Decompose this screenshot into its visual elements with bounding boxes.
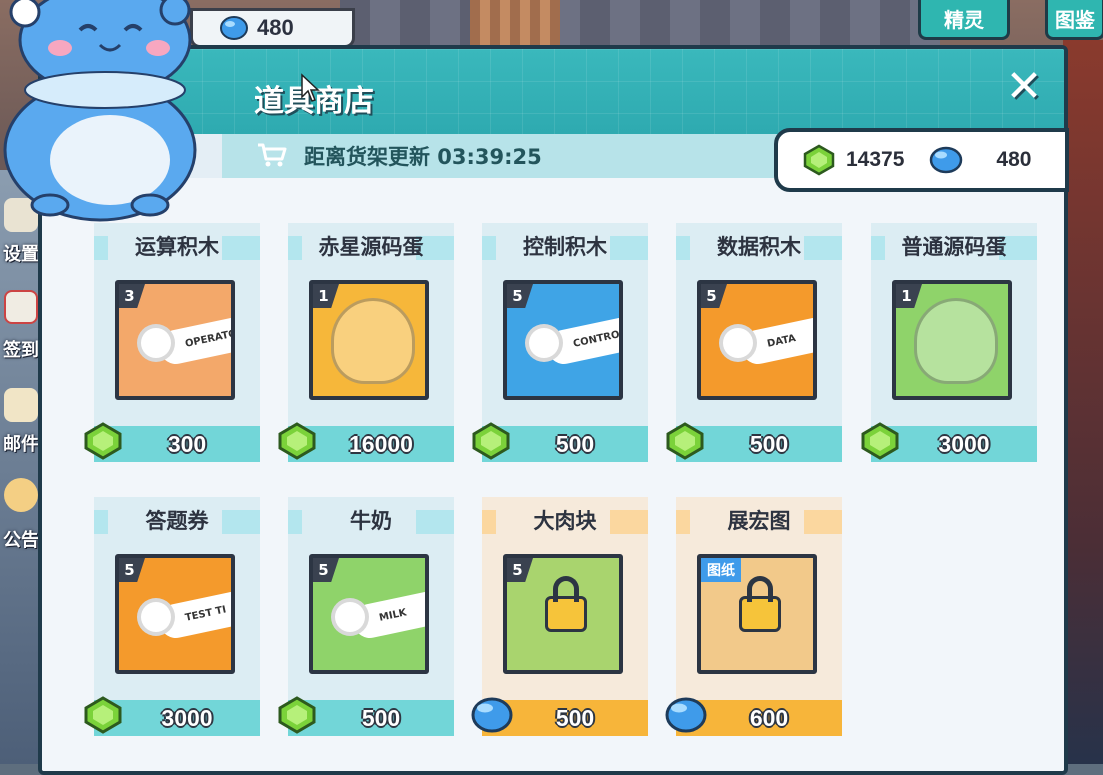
tab-codex-label: 图鉴 <box>1055 8 1095 32</box>
item-emblem-icon <box>719 324 757 362</box>
red-star-egg-icon: 1 <box>309 280 429 400</box>
quiz-ticket-icon: TEST TI 5 <box>115 554 235 674</box>
item-price: 500 <box>555 705 595 731</box>
blue-gem-icon <box>930 146 963 174</box>
item-name: 展宏图 <box>727 509 791 533</box>
cart-icon <box>258 143 287 167</box>
item-name: 赤星源码蛋 <box>318 235 424 259</box>
blue-gem-icon <box>220 16 248 40</box>
megaphone-icon[interactable] <box>4 478 38 512</box>
item-name: 控制积木 <box>523 235 607 259</box>
item-price: 500 <box>361 705 401 731</box>
tab-codex[interactable]: 图鉴 <box>1045 0 1103 40</box>
egg-shape <box>331 298 415 384</box>
item-price: 16000 <box>349 431 413 457</box>
shop-item-card[interactable]: 答题券 TEST TI 5 3000 <box>84 497 260 737</box>
item-quantity: 1 <box>896 284 922 308</box>
item-quantity: 3 <box>119 284 145 308</box>
currency-display: 14375 480 <box>774 128 1069 192</box>
item-quantity: 5 <box>507 558 533 582</box>
shop-item-card[interactable]: 运算积木 OPERATO 3 300 <box>84 223 260 463</box>
data-block-icon: DATA 5 <box>697 280 817 400</box>
milk-icon: MILK 5 <box>309 554 429 674</box>
item-price: 500 <box>749 431 789 457</box>
item-name: 运算积木 <box>135 235 219 259</box>
item-name: 数据积木 <box>717 235 801 259</box>
control-block-icon: CONTRO 5 <box>503 280 623 400</box>
item-quantity: 5 <box>313 558 339 582</box>
blueprint-icon: 图纸 <box>697 554 817 674</box>
item-price: 300 <box>167 431 207 457</box>
item-emblem-icon <box>525 324 563 362</box>
blueprint-badge: 图纸 <box>701 558 741 582</box>
calendar-icon[interactable] <box>4 290 38 324</box>
side-nav-signin[interactable]: 签到 <box>0 336 42 362</box>
normal-egg-icon: 1 <box>892 280 1012 400</box>
item-emblem-icon <box>331 598 369 636</box>
side-nav-notice[interactable]: 公告 <box>0 526 42 552</box>
item-emblem-icon <box>137 324 175 362</box>
shop-item-card[interactable]: 大肉块 5 500 <box>471 497 648 737</box>
shop-item-card[interactable]: 普通源码蛋 1 3000 <box>861 223 1037 463</box>
top-gem-count: 480 <box>257 15 294 40</box>
tab-spirits[interactable]: 精灵 <box>918 0 1010 40</box>
shop-item-card[interactable]: 赤星源码蛋 1 16000 <box>278 223 454 463</box>
shop-item-card[interactable]: 牛奶 MILK 5 500 <box>278 497 454 737</box>
item-price: 600 <box>749 705 789 731</box>
item-quantity: 5 <box>507 284 533 308</box>
operator-block-icon: OPERATO 3 <box>115 280 235 400</box>
side-nav-mail[interactable]: 邮件 <box>0 430 42 456</box>
tab-spirits-label: 精灵 <box>944 8 984 32</box>
right-sidebar-background <box>1063 40 1103 764</box>
side-nav-settings[interactable]: 设置 <box>0 240 42 266</box>
shop-item-card[interactable]: 数据积木 DATA 5 500 <box>666 223 842 463</box>
item-name: 大肉块 <box>533 509 597 533</box>
background-roof <box>340 0 940 48</box>
item-price: 3000 <box>938 431 990 457</box>
item-quantity: 1 <box>313 284 339 308</box>
green-gem-icon <box>803 144 835 176</box>
egg-shape <box>914 298 998 384</box>
item-emblem-icon <box>137 598 175 636</box>
lock-shackle <box>747 576 773 602</box>
item-name: 牛奶 <box>350 509 392 533</box>
item-quantity: 5 <box>119 558 145 582</box>
meat-icon: 5 <box>503 554 623 674</box>
shelf-refresh-timer: 距离货架更新 03:39:25 <box>304 145 542 169</box>
item-price: 500 <box>555 431 595 457</box>
mascot-bear-icon <box>3 0 197 222</box>
shop-item-card[interactable]: 控制积木 CONTRO 5 500 <box>472 223 648 463</box>
item-name: 答题券 <box>145 509 209 533</box>
green-gem-balance: 14375 <box>846 148 905 171</box>
item-name: 普通源码蛋 <box>901 235 1007 259</box>
mail-icon[interactable] <box>4 388 38 422</box>
lock-shackle <box>553 576 579 602</box>
shop-item-card[interactable]: 展宏图图纸 600 <box>665 497 842 737</box>
close-button[interactable]: ✕ <box>1004 65 1044 109</box>
blue-gem-balance: 480 <box>996 148 1032 171</box>
item-quantity: 5 <box>701 284 727 308</box>
item-price: 3000 <box>161 705 213 731</box>
mouse-pointer-icon <box>301 73 320 102</box>
background-pillars <box>470 0 560 48</box>
